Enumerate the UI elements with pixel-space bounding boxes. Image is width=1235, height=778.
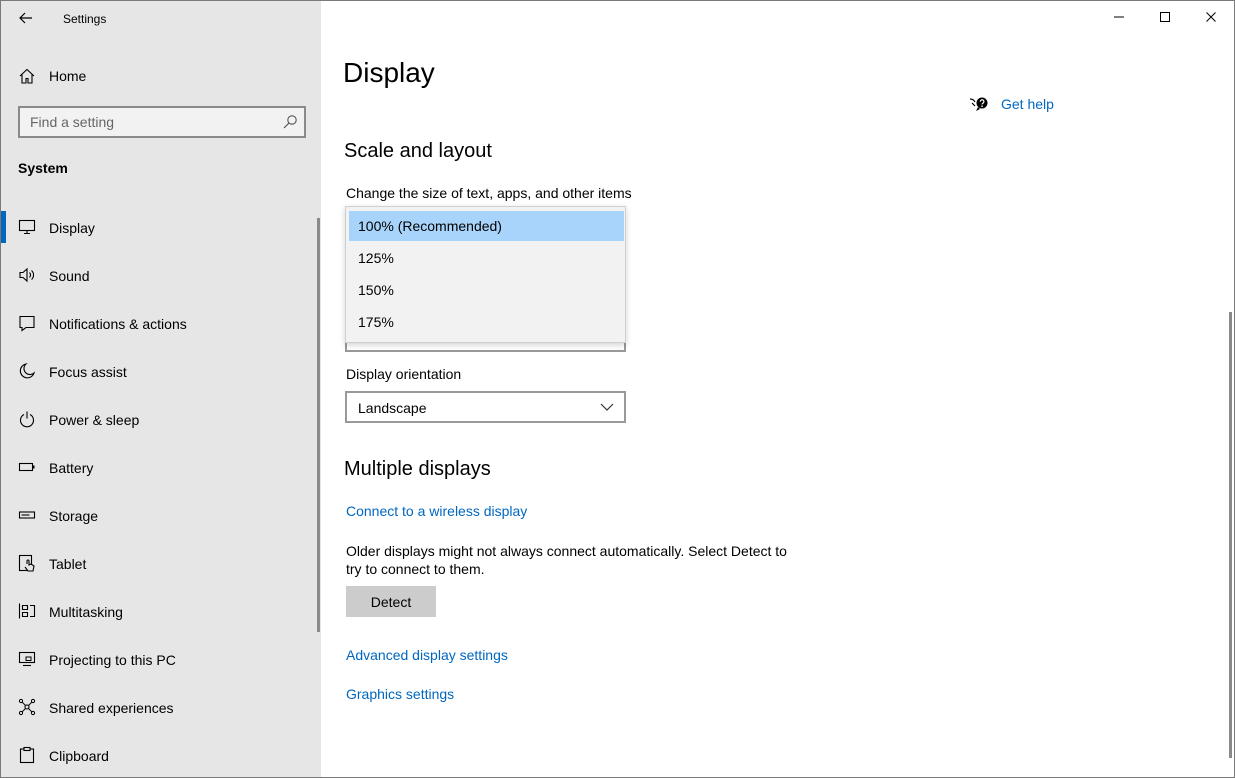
scale-label: Change the size of text, apps, and other… <box>346 185 632 201</box>
sidebar-item-label: Tablet <box>49 556 87 572</box>
scale-layout-heading: Scale and layout <box>344 140 492 162</box>
search-input[interactable] <box>20 108 270 136</box>
orientation-value: Landscape <box>358 400 427 416</box>
close-button[interactable] <box>1188 1 1234 33</box>
sidebar-item-label: Notifications & actions <box>49 316 187 332</box>
get-help-label: Get help <box>1001 96 1054 112</box>
sidebar-item-display[interactable]: Display <box>1 205 317 249</box>
speaker-icon <box>19 267 34 283</box>
multitasking-icon <box>18 603 36 619</box>
scale-dropdown-list: 100% (Recommended) 125% 150% 175% <box>345 206 626 343</box>
sidebar-item-storage[interactable]: Storage <box>1 493 317 537</box>
main-content: Display Get help Scale and layout Change… <box>321 1 1234 777</box>
clipboard-icon <box>19 746 35 764</box>
sidebar-item-label: Multitasking <box>49 604 123 620</box>
sidebar: Settings Home System Display Sound Notif… <box>1 1 321 777</box>
sidebar-item-battery[interactable]: Battery <box>1 445 317 489</box>
sidebar-item-label: Storage <box>49 508 99 524</box>
close-icon <box>1206 12 1216 22</box>
nav-home[interactable]: Home <box>1 59 321 91</box>
sidebar-item-multitasking[interactable]: Multitasking <box>1 589 317 633</box>
sidebar-item-label: Focus assist <box>49 364 127 380</box>
projecting-icon <box>18 651 36 667</box>
minimize-button[interactable] <box>1096 1 1142 33</box>
sidebar-item-clipboard[interactable]: Clipboard <box>1 733 317 777</box>
orientation-label: Display orientation <box>346 366 462 382</box>
sidebar-item-label: Battery <box>49 460 94 476</box>
maximize-icon <box>1160 12 1170 22</box>
sidebar-scrollbar[interactable] <box>317 218 320 632</box>
battery-icon <box>18 462 35 472</box>
scale-option[interactable]: 175% <box>349 307 624 337</box>
sidebar-item-notifications[interactable]: Notifications & actions <box>1 301 317 345</box>
orientation-dropdown[interactable]: Landscape <box>345 391 626 423</box>
sidebar-item-sound[interactable]: Sound <box>1 253 317 297</box>
sidebar-item-tablet[interactable]: Tablet <box>1 541 317 585</box>
page-title: Display <box>343 57 435 88</box>
graphics-settings-link[interactable]: Graphics settings <box>346 686 454 702</box>
moon-icon <box>19 363 36 379</box>
settings-window: Settings Home System Display Sound Notif… <box>0 0 1235 778</box>
section-heading-system: System <box>18 160 68 176</box>
sidebar-item-label: Projecting to this PC <box>49 652 176 668</box>
monitor-icon <box>18 219 36 235</box>
maximize-button[interactable] <box>1142 1 1188 33</box>
detect-button[interactable]: Detect <box>346 586 436 617</box>
main-scrollbar[interactable] <box>1229 312 1232 758</box>
chevron-down-icon <box>600 403 614 411</box>
minimize-icon <box>1114 16 1124 18</box>
notification-icon <box>19 315 35 332</box>
sidebar-item-shared-experiences[interactable]: Shared experiences <box>1 685 317 729</box>
sidebar-item-projecting[interactable]: Projecting to this PC <box>1 637 317 681</box>
sidebar-item-label: Sound <box>49 268 90 284</box>
shared-icon <box>18 698 36 716</box>
back-arrow-icon <box>19 12 32 24</box>
wireless-display-link[interactable]: Connect to a wireless display <box>346 503 527 519</box>
scale-option[interactable]: 150% <box>349 275 624 305</box>
sidebar-item-power-sleep[interactable]: Power & sleep <box>1 397 317 441</box>
storage-icon <box>18 511 36 519</box>
app-title: Settings <box>63 12 107 26</box>
back-button[interactable] <box>13 7 39 29</box>
get-help-link[interactable]: Get help <box>969 95 1054 113</box>
scale-option[interactable]: 125% <box>349 243 624 273</box>
home-icon <box>19 68 35 84</box>
sidebar-item-label: Display <box>49 220 95 236</box>
nav-home-label: Home <box>49 68 87 84</box>
scale-option[interactable]: 100% (Recommended) <box>349 211 624 241</box>
advanced-display-settings-link[interactable]: Advanced display settings <box>346 647 508 663</box>
sidebar-item-label: Power & sleep <box>49 412 140 428</box>
detect-description: Older displays might not always connect … <box>346 543 787 577</box>
help-chat-icon <box>969 97 988 111</box>
tablet-icon <box>18 554 35 572</box>
multiple-displays-heading: Multiple displays <box>344 458 491 480</box>
sidebar-item-focus-assist[interactable]: Focus assist <box>1 349 317 393</box>
power-icon <box>20 411 34 428</box>
window-controls <box>1096 1 1234 33</box>
search-box[interactable] <box>18 106 306 138</box>
search-icon[interactable] <box>282 114 298 130</box>
selection-indicator <box>1 211 6 243</box>
sidebar-item-label: Shared experiences <box>49 700 174 716</box>
sidebar-item-label: Clipboard <box>49 748 109 764</box>
